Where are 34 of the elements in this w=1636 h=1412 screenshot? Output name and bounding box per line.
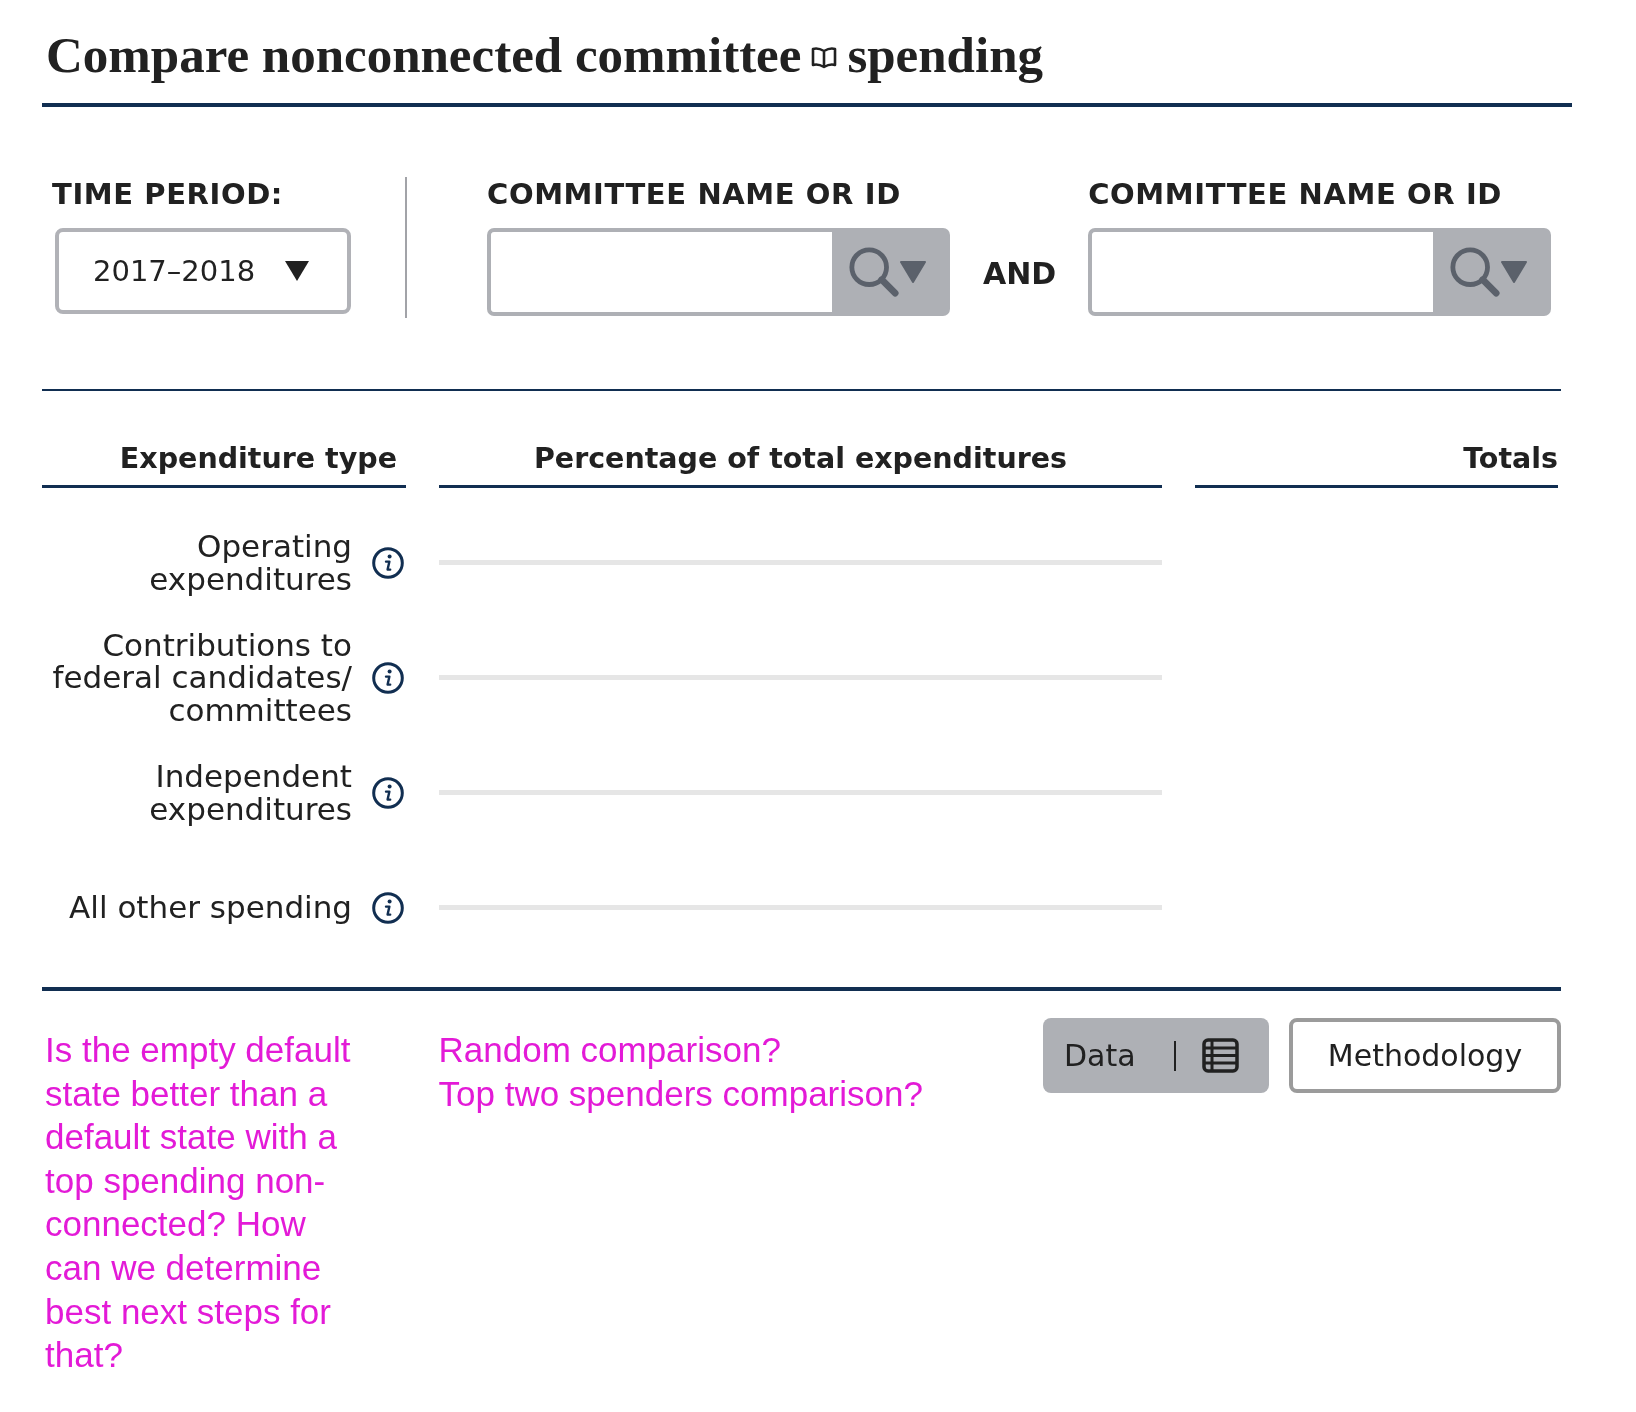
caret-icon	[285, 261, 309, 281]
caret-icon	[900, 261, 926, 283]
note-text: Top two spenders comparison?	[438, 1072, 924, 1115]
time-period-select[interactable]: 2017–2018	[55, 228, 351, 314]
table-icon	[1201, 1038, 1239, 1073]
search-icon	[848, 246, 900, 298]
search-button[interactable]	[832, 228, 950, 316]
title-text: spending	[847, 26, 1043, 85]
filter-label: TIME PERIOD:	[52, 177, 285, 211]
committee-search-input[interactable]	[1088, 228, 1434, 316]
note-text: Is the empty default state better than a default state with a top spending non-connected? How can we determine best next steps for that?	[45, 1029, 352, 1377]
title-text: Compare nonconnected committee	[46, 26, 802, 85]
expenditure-type-label: Contributions to federal candidates/ committees	[51, 628, 352, 727]
caret-icon	[1501, 261, 1528, 283]
search-button[interactable]	[1433, 228, 1552, 316]
info-icon[interactable]	[372, 776, 404, 809]
methodology-button[interactable]: Methodology	[1289, 1018, 1561, 1093]
expenditure-type-label: All other spending	[69, 891, 352, 924]
expenditure-type-label: Operating expenditures	[148, 529, 352, 596]
column-header: Totals	[1195, 441, 1558, 488]
book-icon[interactable]	[811, 46, 838, 70]
column-header: Percentage of total expenditures	[439, 441, 1162, 488]
data-button[interactable]: Data	[1043, 1018, 1269, 1093]
expenditure-type-label: Independent expenditures	[148, 759, 352, 826]
column-header: Expenditure type	[42, 441, 406, 488]
filter-label: COMMITTEE NAME OR ID	[1088, 177, 1504, 211]
search-icon	[1449, 246, 1502, 298]
filter-label: COMMITTEE NAME OR ID	[487, 177, 902, 211]
committee-search-input[interactable]	[487, 228, 832, 316]
conjunction-text: AND	[983, 257, 1057, 291]
info-icon[interactable]	[372, 661, 404, 694]
info-icon[interactable]	[372, 546, 404, 579]
info-icon[interactable]	[372, 891, 404, 924]
note-text: Random comparison?	[438, 1029, 782, 1071]
